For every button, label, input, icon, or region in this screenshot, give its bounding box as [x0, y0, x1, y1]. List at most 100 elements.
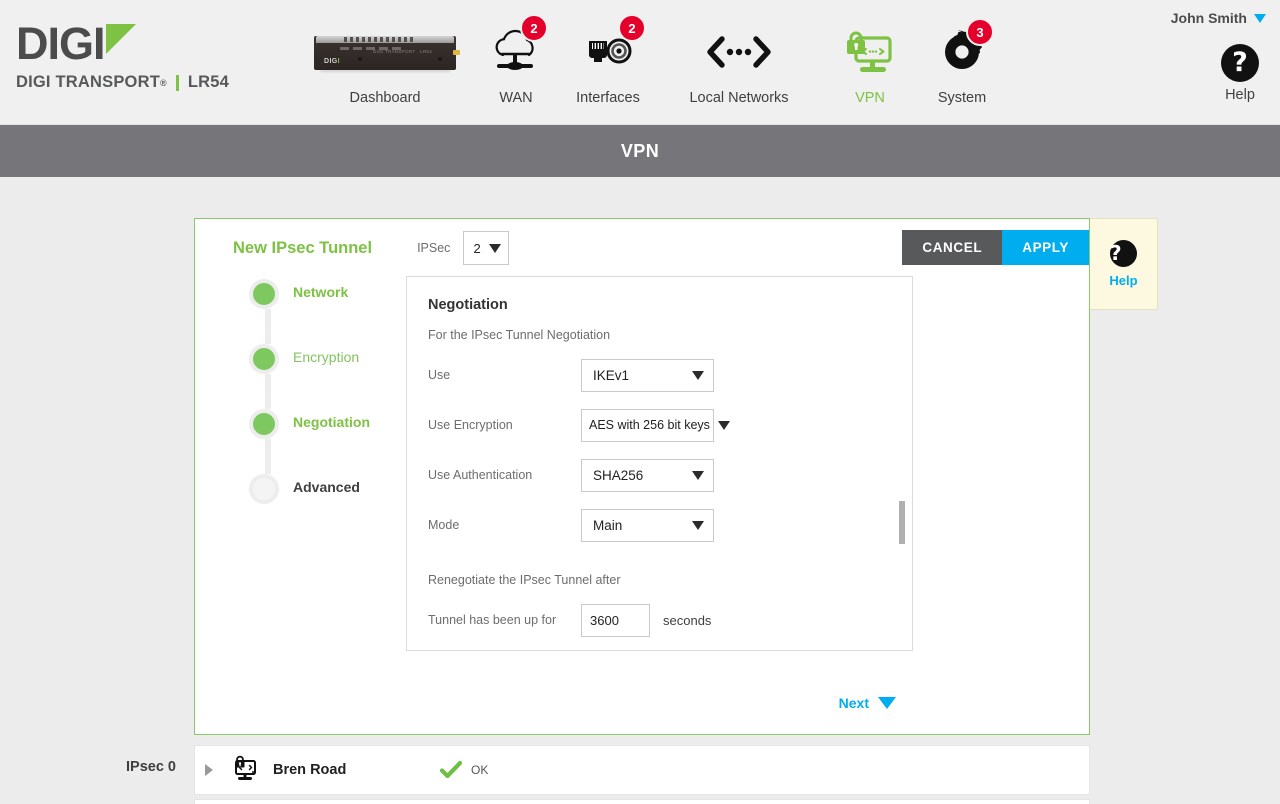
- nav-label-dashboard: Dashboard: [349, 90, 421, 106]
- nav-item-vpn[interactable]: VPN: [824, 14, 916, 106]
- negotiation-form-panel: Negotiation For the IPsec Tunnel Negotia…: [406, 276, 913, 651]
- field-row-use-authentication: Use Authentication SHA256: [428, 458, 890, 492]
- question-mark-icon: ?: [1221, 44, 1259, 82]
- card-actions: CANCEL APPLY: [902, 230, 1089, 265]
- chevron-down-icon: [692, 370, 704, 380]
- next-step-link-wrap: Next: [839, 695, 896, 713]
- chevron-down-icon: [1254, 13, 1266, 23]
- field-row-use: Use IKEv1: [428, 358, 890, 392]
- router-device-icon: DIGI DIGI TRANSPORT LR54: [310, 21, 460, 83]
- field-row-use-encryption: Use Encryption AES with 256 bit keys: [428, 408, 890, 442]
- tunnel-row-1[interactable]: Logrono OK: [194, 799, 1090, 804]
- stepper-dot-advanced[interactable]: [249, 474, 279, 504]
- apply-button[interactable]: APPLY: [1002, 230, 1089, 265]
- use-select[interactable]: IKEv1: [581, 358, 714, 392]
- stepper-label-advanced: Advanced: [293, 479, 360, 495]
- tunnel-uptime-input[interactable]: [581, 603, 650, 637]
- wan-alert-badge: 2: [520, 14, 548, 42]
- use-value: IKEv1: [593, 367, 630, 383]
- nav-label-local-networks: Local Networks: [689, 90, 789, 106]
- use-encryption-value: AES with 256 bit keys: [589, 418, 710, 432]
- brand-logo-text: DIGI: [16, 18, 106, 69]
- nav-label-wan: WAN: [499, 90, 533, 106]
- nav-label-system: System: [937, 90, 987, 106]
- user-name: John Smith: [1170, 10, 1247, 26]
- expand-triangle-icon[interactable]: [205, 764, 213, 776]
- stepper-label-negotiation: Negotiation: [293, 414, 370, 430]
- nav-item-system[interactable]: 3 System: [916, 14, 1008, 106]
- main-navigation: DIGI DIGI TRANSPORT LR54 Dashboard 2 WAN…: [300, 14, 1008, 106]
- page-title: VPN: [620, 140, 660, 161]
- stepper-label-encryption: Encryption: [293, 349, 360, 365]
- field-label-use: Use: [428, 368, 451, 382]
- ipsec-tunnel-list: IPsec 0 Bren Road OK: [0, 745, 1280, 804]
- brand-model: LR54: [187, 73, 229, 91]
- ipsec-select-label: IPSec: [417, 241, 451, 255]
- form-subtitle: For the IPsec Tunnel Negotiation: [428, 328, 611, 342]
- form-scrollbar-thumb[interactable]: [899, 501, 905, 544]
- interfaces-alert-badge: 2: [618, 14, 646, 42]
- nav-item-dashboard[interactable]: DIGI DIGI TRANSPORT LR54 Dashboard: [300, 14, 470, 106]
- tunnel-row-0[interactable]: Bren Road OK: [194, 745, 1090, 795]
- lock-monitor-icon: [229, 754, 259, 787]
- brand-logo: DIGI DIGI TRANSPORT ® LR54: [16, 18, 229, 92]
- chevron-down-icon: [692, 470, 704, 480]
- field-row-tunnel-uptime: Tunnel has been up for seconds: [428, 603, 890, 637]
- stepper-dot-negotiation[interactable]: [249, 409, 279, 439]
- ipsec-number-select[interactable]: 2: [463, 231, 510, 265]
- tunnel-key-0: IPsec 0: [126, 759, 176, 775]
- lock-monitor-icon: [839, 21, 901, 83]
- angle-brackets-icon: [702, 21, 776, 83]
- form-scrollbar[interactable]: [899, 277, 905, 650]
- stepper-label-network: Network: [293, 284, 349, 300]
- page-title-bar: VPN: [0, 125, 1280, 177]
- next-step-link[interactable]: Next: [839, 695, 896, 711]
- question-mark-icon: ?: [1110, 240, 1137, 267]
- nav-label-interfaces: Interfaces: [576, 90, 640, 106]
- chevron-down-icon: [878, 697, 896, 709]
- form-heading: Negotiation: [428, 297, 508, 313]
- tunnel-status-0: OK: [439, 760, 488, 780]
- stepper-dot-encryption[interactable]: [249, 344, 279, 374]
- tunnel-uptime-unit: seconds: [663, 612, 712, 628]
- card-header: New IPsec Tunnel IPSec 2 CANCEL APPLY: [195, 219, 1089, 277]
- renegotiate-group-label: Renegotiate the IPsec Tunnel after: [428, 573, 621, 587]
- field-label-use-encryption: Use Encryption: [428, 418, 513, 432]
- use-authentication-value: SHA256: [593, 467, 644, 483]
- brand-wordmark: DIGI: [16, 18, 229, 69]
- mode-select[interactable]: Main: [581, 508, 714, 542]
- stepper-dot-network[interactable]: [249, 279, 279, 309]
- field-label-use-authentication: Use Authentication: [428, 468, 533, 482]
- nav-item-interfaces[interactable]: 2 Interfaces: [562, 14, 654, 106]
- user-menu[interactable]: John Smith: [1171, 10, 1266, 26]
- card-title: New IPsec Tunnel: [233, 238, 373, 257]
- system-alert-badge: 3: [966, 18, 994, 46]
- help-label: Help: [1225, 87, 1255, 103]
- new-ipsec-tunnel-card: New IPsec Tunnel IPSec 2 CANCEL APPLY Pr…: [194, 218, 1090, 735]
- chevron-down-icon: [489, 243, 502, 253]
- brand-divider: [175, 74, 179, 91]
- top-bar: DIGI DIGI TRANSPORT ® LR54 DIGI DIGI TRAN: [0, 0, 1280, 125]
- field-row-mode: Mode Main: [428, 508, 890, 542]
- tunnel-name-0: Bren Road: [273, 762, 347, 778]
- help-button[interactable]: ? Help: [1221, 44, 1259, 103]
- tunnel-status-label-0: OK: [471, 763, 489, 777]
- help-side-tab[interactable]: ? Help: [1090, 218, 1158, 310]
- next-label: Next: [838, 695, 869, 711]
- help-side-tab-label: Help: [1109, 273, 1138, 288]
- negotiation-form: Negotiation For the IPsec Tunnel Negotia…: [407, 277, 912, 650]
- stepper-connector: [265, 439, 271, 474]
- cancel-button[interactable]: CANCEL: [902, 230, 1003, 265]
- field-label-tunnel-uptime: Tunnel has been up for: [428, 613, 557, 627]
- check-icon: [439, 760, 463, 779]
- brand-registered: ®: [159, 77, 167, 88]
- stepper-connector: [265, 374, 271, 409]
- page-content: ? Help New IPsec Tunnel IPSec 2 CANCEL A…: [0, 177, 1280, 804]
- brand-product-line: DIGI TRANSPORT ® LR54: [16, 73, 229, 92]
- nav-item-wan[interactable]: 2 WAN: [470, 14, 562, 106]
- nav-item-local-networks[interactable]: Local Networks: [654, 14, 824, 106]
- field-label-mode: Mode: [428, 518, 460, 532]
- use-authentication-select[interactable]: SHA256: [581, 458, 714, 492]
- list-item: IPsec 0 Bren Road OK: [0, 745, 1280, 795]
- use-encryption-select[interactable]: AES with 256 bit keys: [581, 408, 730, 442]
